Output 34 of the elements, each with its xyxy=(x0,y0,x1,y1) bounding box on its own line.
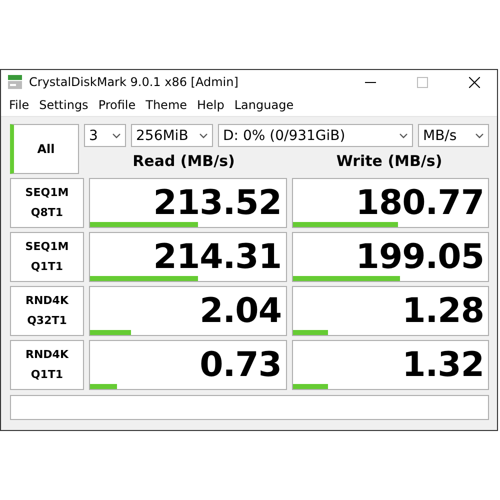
menu-item[interactable]: Theme xyxy=(140,98,192,112)
menu-item[interactable]: Profile xyxy=(93,98,141,112)
menu-item[interactable]: Language xyxy=(229,98,299,112)
result-cell: 213.52 xyxy=(89,178,286,228)
caret-icon xyxy=(112,132,121,138)
dropdown[interactable]: 3 xyxy=(84,124,126,147)
maximize-icon xyxy=(416,76,428,88)
column-header: Read (MB/s) xyxy=(132,151,236,172)
caret-icon xyxy=(199,132,208,138)
close-icon xyxy=(468,76,480,88)
caret-icon xyxy=(399,132,408,138)
menu-item[interactable]: File xyxy=(4,98,34,112)
column-header: Write (MB/s) xyxy=(335,151,444,172)
result-cell: 2.04 xyxy=(89,286,286,336)
result-cell: 180.77 xyxy=(292,178,489,228)
dropdown[interactable]: D: 0% (0/931GiB) xyxy=(218,124,413,147)
window-title: CrystalDiskMark 9.0.1 x86 [Admin] xyxy=(29,75,240,89)
result-cell: 214.31 xyxy=(89,232,286,282)
result-cell: 1.28 xyxy=(292,286,489,336)
result-cell: 1.32 xyxy=(292,340,489,390)
menu-item[interactable]: Help xyxy=(192,98,230,112)
test-button[interactable]: SEQ1M Q8T1 xyxy=(10,178,84,228)
menu-item[interactable]: Settings xyxy=(34,98,94,112)
dropdown[interactable]: 256MiB xyxy=(131,124,213,147)
result-cell: 199.05 xyxy=(292,232,489,282)
all-button[interactable]: All xyxy=(10,124,79,174)
disk-drive-icon xyxy=(7,74,23,90)
dropdown[interactable]: MB/s xyxy=(418,124,489,147)
test-button[interactable]: RND4K Q1T1 xyxy=(10,340,84,390)
comment-field[interactable] xyxy=(10,395,489,420)
test-button[interactable]: RND4K Q32T1 xyxy=(10,286,84,336)
caret-icon xyxy=(475,132,484,138)
test-button[interactable]: SEQ1M Q1T1 xyxy=(10,232,84,282)
result-cell: 0.73 xyxy=(89,340,286,390)
